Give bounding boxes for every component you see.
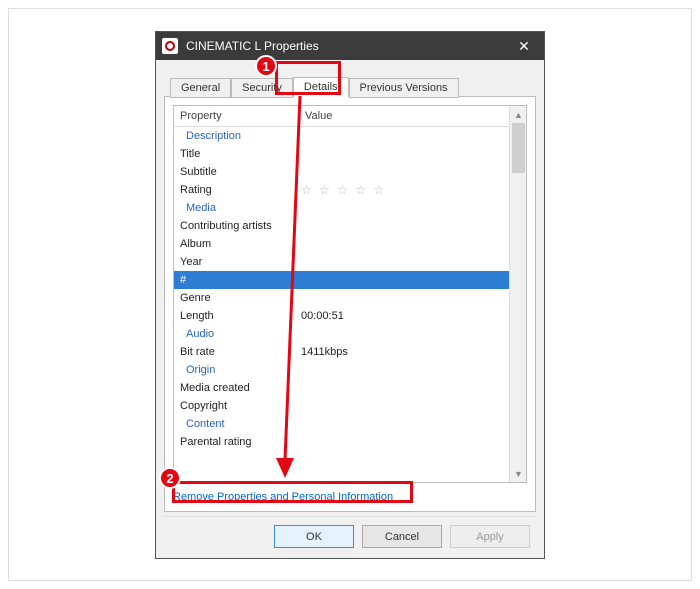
scroll-thumb[interactable] <box>512 123 525 173</box>
grid-cell-property: Title <box>174 148 299 160</box>
tab-general[interactable]: General <box>170 78 231 98</box>
column-value[interactable]: Value <box>299 106 509 126</box>
grid-cell-property: Bit rate <box>174 346 299 358</box>
grid-row[interactable]: Subtitle <box>174 163 509 181</box>
ok-button[interactable]: OK <box>274 525 354 548</box>
grid-group-row[interactable]: Content <box>174 415 509 433</box>
grid-row[interactable]: Bit rate1411kbps <box>174 343 509 361</box>
grid-row[interactable]: Album <box>174 235 509 253</box>
grid-cell-property: Album <box>174 238 299 250</box>
window-title: CINEMATIC L Properties <box>186 39 504 53</box>
cancel-button[interactable]: Cancel <box>362 525 442 548</box>
tab-details[interactable]: Details <box>293 77 349 97</box>
grid-group-row[interactable]: Audio <box>174 325 509 343</box>
grid-group-row[interactable]: Description <box>174 127 509 145</box>
grid-cell-property: Media created <box>174 382 299 394</box>
apply-button: Apply <box>450 525 530 548</box>
close-button[interactable]: ✕ <box>504 32 544 60</box>
grid-header: Property Value <box>174 106 509 127</box>
grid-cell-value[interactable]: ☆ ☆ ☆ ☆ ☆ <box>299 183 509 197</box>
grid-cell-property: Description <box>174 130 299 142</box>
tab-security[interactable]: Security <box>231 78 293 98</box>
grid-cell-property: Copyright <box>174 400 299 412</box>
grid-cell-property: Rating <box>174 184 299 196</box>
grid-body[interactable]: DescriptionTitleSubtitleRating☆ ☆ ☆ ☆ ☆M… <box>174 127 509 451</box>
grid-row[interactable]: Copyright <box>174 397 509 415</box>
grid-cell-property: Parental rating <box>174 436 299 448</box>
scroll-down-icon[interactable]: ▼ <box>510 465 527 482</box>
grid-row[interactable]: # <box>174 271 509 289</box>
grid-cell-property: Media <box>174 202 299 214</box>
grid-cell-property: # <box>174 274 299 286</box>
dialog-button-row: OK Cancel Apply <box>164 516 536 548</box>
grid-cell-value[interactable]: 00:00:51 <box>299 310 509 322</box>
grid-cell-property: Audio <box>174 328 299 340</box>
grid-cell-property: Year <box>174 256 299 268</box>
grid-group-row[interactable]: Origin <box>174 361 509 379</box>
grid-row[interactable]: Year <box>174 253 509 271</box>
grid-row[interactable]: Genre <box>174 289 509 307</box>
grid-cell-value[interactable]: 1411kbps <box>299 346 509 358</box>
tab-strip: General Security Details Previous Versio… <box>170 76 536 96</box>
app-icon <box>162 38 178 54</box>
tab-panel-details: Property Value Description Title Subtitle R… <box>164 96 536 512</box>
grid-cell-property: Contributing artists <box>174 220 299 232</box>
grid-cell-property: Genre <box>174 292 299 304</box>
column-property[interactable]: Property <box>174 106 299 126</box>
tab-previous-versions[interactable]: Previous Versions <box>349 78 459 98</box>
grid-row[interactable]: Parental rating <box>174 433 509 451</box>
grid-row[interactable]: Contributing artists <box>174 217 509 235</box>
scroll-up-icon[interactable]: ▲ <box>510 106 527 123</box>
grid-row[interactable]: Length00:00:51 <box>174 307 509 325</box>
property-grid-inner: Property Value Description Title Subtitle R… <box>174 106 509 482</box>
property-grid: Property Value Description Title Subtitle R… <box>173 105 527 483</box>
grid-cell-property: Content <box>174 418 299 430</box>
grid-group-row[interactable]: Media <box>174 199 509 217</box>
grid-row[interactable]: Title <box>174 145 509 163</box>
grid-cell-property: Length <box>174 310 299 322</box>
grid-row[interactable]: Rating☆ ☆ ☆ ☆ ☆ <box>174 181 509 199</box>
titlebar[interactable]: CINEMATIC L Properties ✕ <box>156 32 544 60</box>
scrollbar-vertical[interactable]: ▲ ▼ <box>509 106 526 482</box>
dialog-content: General Security Details Previous Versio… <box>156 60 544 558</box>
properties-dialog: CINEMATIC L Properties ✕ General Securit… <box>155 31 545 559</box>
grid-cell-property: Subtitle <box>174 166 299 178</box>
grid-cell-property: Origin <box>174 364 299 376</box>
remove-properties-link[interactable]: Remove Properties and Personal Informati… <box>173 491 527 503</box>
grid-row[interactable]: Media created <box>174 379 509 397</box>
